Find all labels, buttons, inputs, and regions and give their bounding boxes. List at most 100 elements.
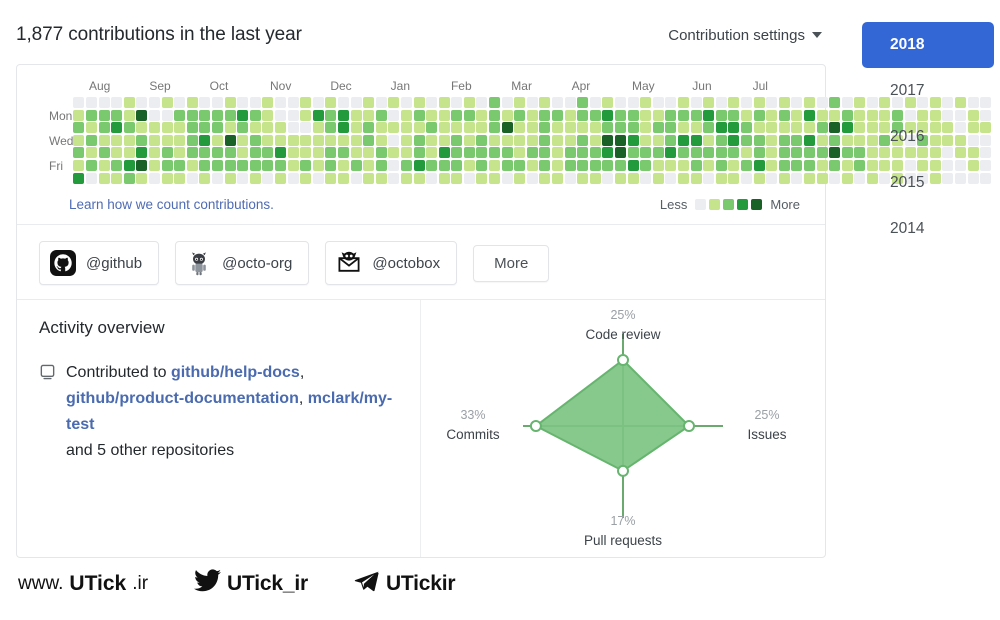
calendar-day-cell[interactable]	[715, 159, 727, 171]
calendar-day-cell[interactable]	[287, 109, 299, 121]
calendar-day-cell[interactable]	[388, 147, 400, 159]
calendar-day-cell[interactable]	[287, 172, 299, 184]
calendar-day-cell[interactable]	[363, 122, 375, 134]
calendar-day-cell[interactable]	[476, 172, 488, 184]
calendar-day-cell[interactable]	[677, 134, 689, 146]
calendar-day-cell[interactable]	[577, 109, 589, 121]
repo-link-github-help-docs[interactable]: github/help-docs	[171, 364, 300, 381]
calendar-day-cell[interactable]	[300, 134, 312, 146]
calendar-day-cell[interactable]	[715, 109, 727, 121]
calendar-day-cell[interactable]	[589, 122, 601, 134]
calendar-day-cell[interactable]	[690, 122, 702, 134]
calendar-day-cell[interactable]	[224, 159, 236, 171]
calendar-day-cell[interactable]	[552, 147, 564, 159]
calendar-day-cell[interactable]	[602, 159, 614, 171]
calendar-day-cell[interactable]	[300, 159, 312, 171]
calendar-day-cell[interactable]	[161, 109, 173, 121]
calendar-day-cell[interactable]	[627, 97, 639, 108]
calendar-day-cell[interactable]	[627, 147, 639, 159]
calendar-day-cell[interactable]	[539, 172, 551, 184]
calendar-day-cell[interactable]	[325, 97, 337, 108]
calendar-day-cell[interactable]	[186, 109, 198, 121]
calendar-day-cell[interactable]	[86, 134, 98, 146]
calendar-day-cell[interactable]	[363, 147, 375, 159]
calendar-day-cell[interactable]	[652, 172, 664, 184]
calendar-day-cell[interactable]	[136, 134, 148, 146]
calendar-day-cell[interactable]	[111, 134, 123, 146]
year-item-2018[interactable]: 2018	[862, 22, 994, 68]
calendar-day-cell[interactable]	[791, 134, 803, 146]
calendar-day-cell[interactable]	[791, 159, 803, 171]
calendar-day-cell[interactable]	[312, 109, 324, 121]
calendar-day-cell[interactable]	[413, 159, 425, 171]
calendar-day-cell[interactable]	[589, 172, 601, 184]
calendar-day-cell[interactable]	[677, 147, 689, 159]
calendar-day-cell[interactable]	[501, 147, 513, 159]
calendar-day-cell[interactable]	[803, 122, 815, 134]
calendar-day-cell[interactable]	[564, 147, 576, 159]
calendar-day-cell[interactable]	[186, 147, 198, 159]
calendar-day-cell[interactable]	[224, 122, 236, 134]
calendar-day-cell[interactable]	[438, 172, 450, 184]
calendar-day-cell[interactable]	[715, 134, 727, 146]
calendar-day-cell[interactable]	[73, 109, 85, 121]
calendar-day-cell[interactable]	[602, 97, 614, 108]
calendar-day-cell[interactable]	[237, 172, 249, 184]
calendar-day-cell[interactable]	[426, 134, 438, 146]
calendar-day-cell[interactable]	[438, 147, 450, 159]
calendar-day-cell[interactable]	[589, 109, 601, 121]
calendar-day-cell[interactable]	[426, 147, 438, 159]
calendar-day-cell[interactable]	[552, 159, 564, 171]
calendar-day-cell[interactable]	[803, 172, 815, 184]
calendar-day-cell[interactable]	[841, 109, 853, 121]
calendar-day-cell[interactable]	[526, 97, 538, 108]
calendar-day-cell[interactable]	[652, 122, 664, 134]
calendar-day-cell[interactable]	[149, 172, 161, 184]
calendar-day-cell[interactable]	[224, 109, 236, 121]
calendar-day-cell[interactable]	[841, 172, 853, 184]
calendar-day-cell[interactable]	[627, 159, 639, 171]
calendar-day-cell[interactable]	[552, 172, 564, 184]
calendar-day-cell[interactable]	[237, 159, 249, 171]
calendar-day-cell[interactable]	[753, 159, 765, 171]
calendar-day-cell[interactable]	[274, 97, 286, 108]
calendar-day-cell[interactable]	[577, 122, 589, 134]
calendar-day-cell[interactable]	[249, 172, 261, 184]
calendar-day-cell[interactable]	[489, 172, 501, 184]
calendar-day-cell[interactable]	[174, 97, 186, 108]
repo-link-github-product-documentation[interactable]: github/product-documentation	[66, 390, 299, 407]
calendar-day-cell[interactable]	[274, 159, 286, 171]
calendar-day-cell[interactable]	[690, 147, 702, 159]
calendar-day-cell[interactable]	[212, 172, 223, 184]
calendar-day-cell[interactable]	[791, 147, 803, 159]
calendar-day-cell[interactable]	[111, 147, 123, 159]
calendar-day-cell[interactable]	[677, 122, 689, 134]
calendar-day-cell[interactable]	[589, 159, 601, 171]
calendar-day-cell[interactable]	[665, 159, 677, 171]
calendar-day-cell[interactable]	[740, 109, 752, 121]
calendar-day-cell[interactable]	[577, 159, 589, 171]
calendar-day-cell[interactable]	[740, 159, 752, 171]
calendar-day-cell[interactable]	[728, 122, 740, 134]
calendar-day-cell[interactable]	[816, 147, 828, 159]
calendar-day-cell[interactable]	[73, 159, 85, 171]
org-chip-octo-org[interactable]: @octo-org	[175, 241, 310, 286]
calendar-day-cell[interactable]	[274, 134, 286, 146]
calendar-day-cell[interactable]	[753, 147, 765, 159]
calendar-day-cell[interactable]	[325, 134, 337, 146]
calendar-day-cell[interactable]	[715, 97, 727, 108]
calendar-day-cell[interactable]	[224, 147, 236, 159]
calendar-day-cell[interactable]	[753, 134, 765, 146]
calendar-day-cell[interactable]	[778, 134, 790, 146]
calendar-day-cell[interactable]	[602, 122, 614, 134]
calendar-day-cell[interactable]	[86, 172, 98, 184]
calendar-day-cell[interactable]	[665, 172, 677, 184]
calendar-day-cell[interactable]	[463, 159, 475, 171]
calendar-day-cell[interactable]	[816, 97, 828, 108]
calendar-day-cell[interactable]	[413, 147, 425, 159]
calendar-day-cell[interactable]	[816, 159, 828, 171]
calendar-day-cell[interactable]	[312, 134, 324, 146]
calendar-day-cell[interactable]	[489, 147, 501, 159]
calendar-day-cell[interactable]	[740, 172, 752, 184]
calendar-day-cell[interactable]	[740, 122, 752, 134]
